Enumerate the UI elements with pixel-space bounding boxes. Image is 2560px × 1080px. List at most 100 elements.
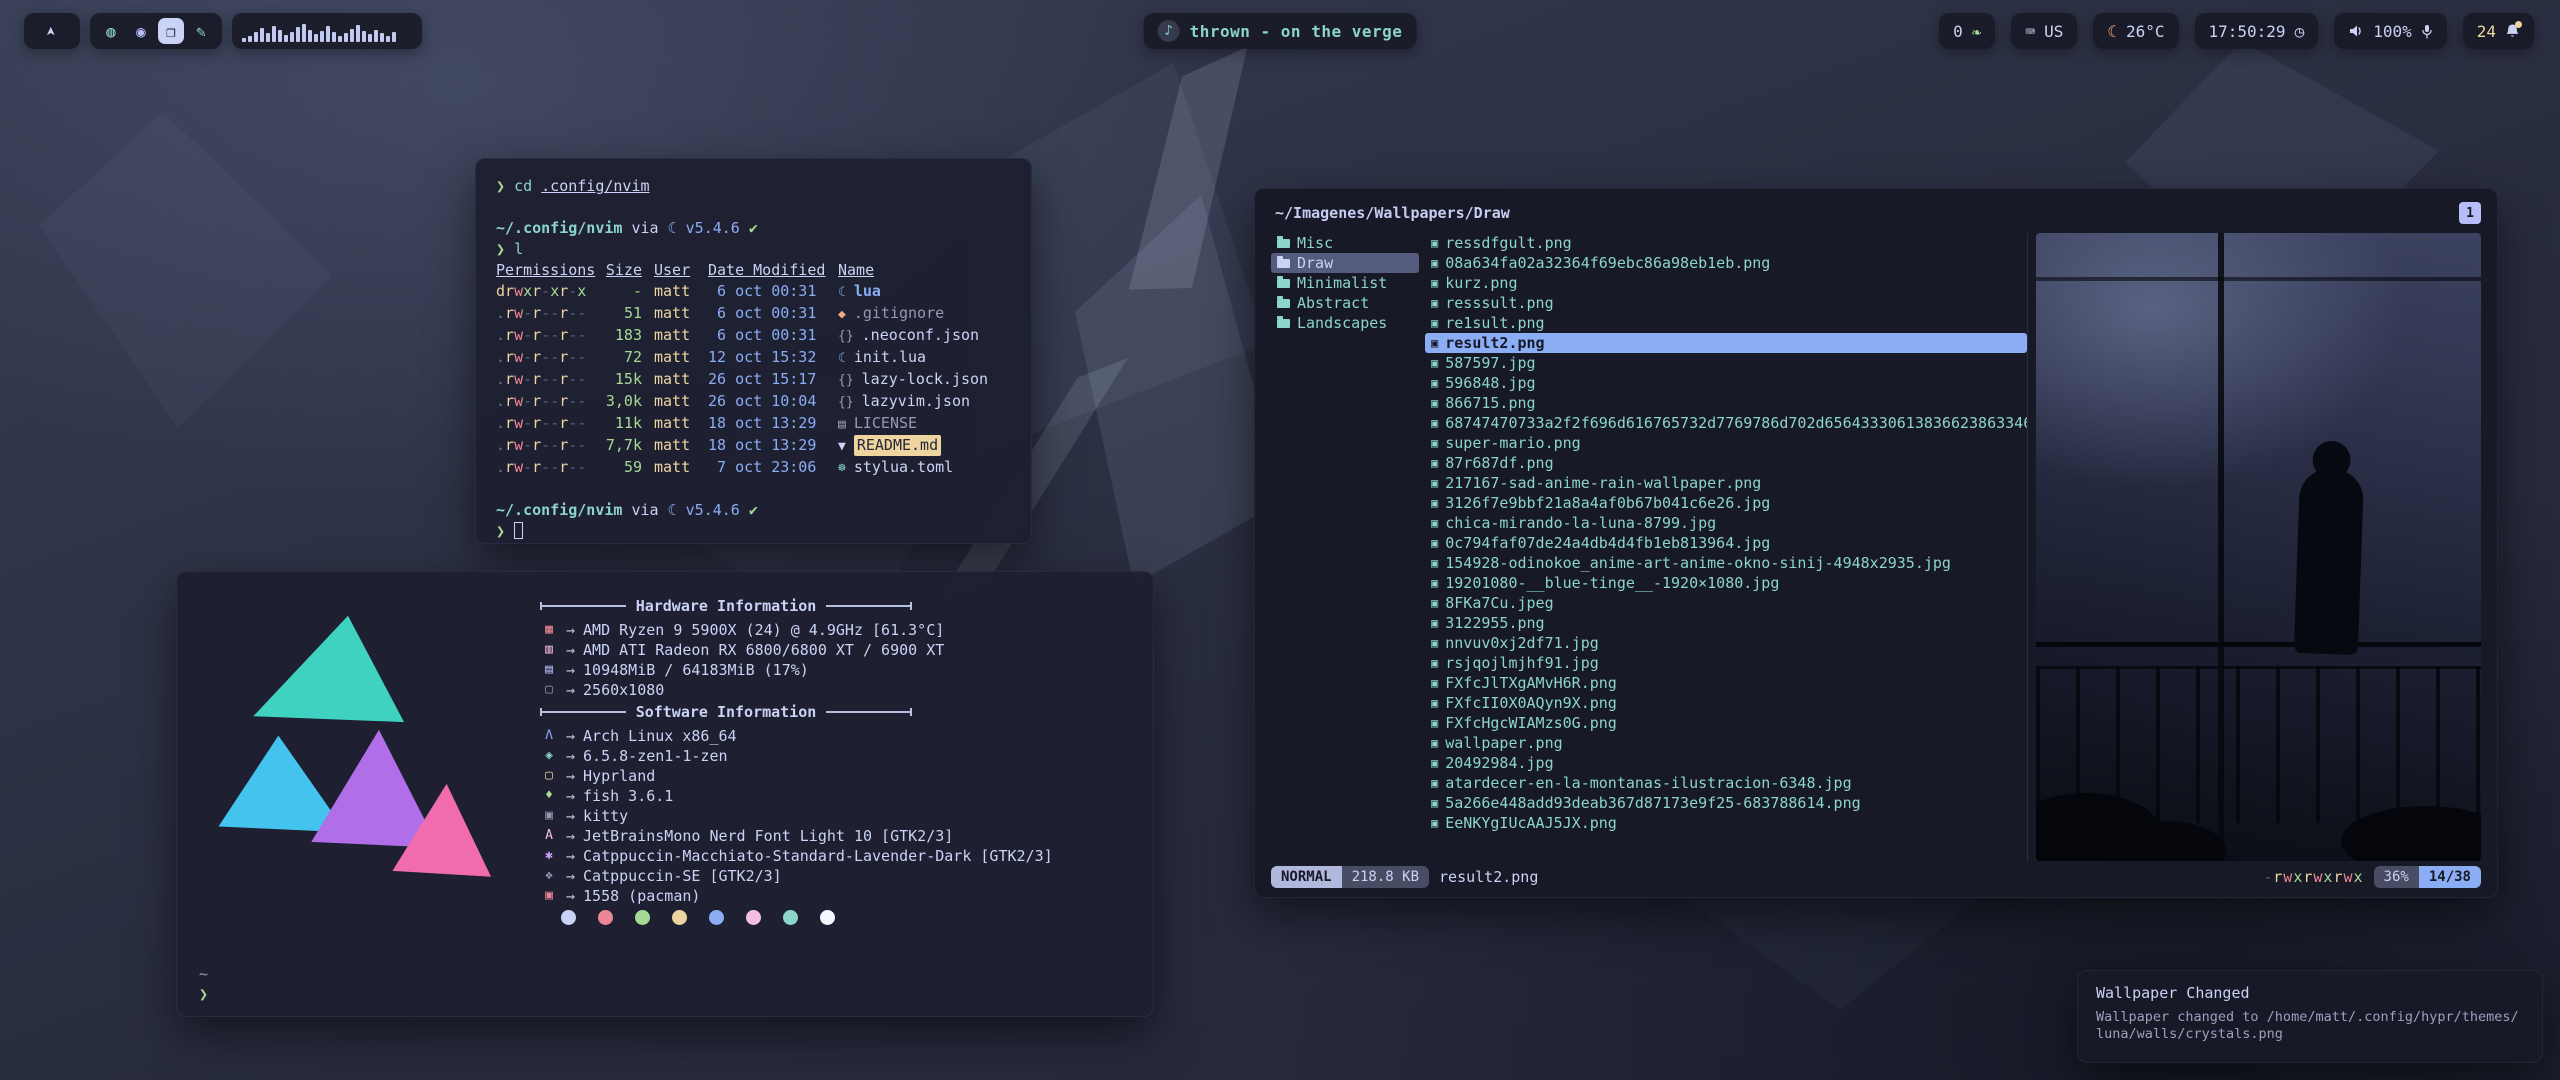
mode-badge: NORMAL <box>1271 866 1342 888</box>
file-name-cell[interactable]: ☾lua <box>838 281 1011 303</box>
file-permissions: .rw-r--r-- <box>496 347 588 369</box>
image-file-icon: ▣ <box>1431 436 1438 450</box>
file-row-name: atardecer-en-la-montanas-ilustracion-634… <box>1445 774 1851 792</box>
image-file-icon: ▣ <box>1431 416 1438 430</box>
shell-prompt-line[interactable]: ❯ <box>496 521 1011 542</box>
workspace-4[interactable]: ✎ <box>188 18 214 44</box>
file-row-name: ressdfgult.png <box>1445 234 1571 252</box>
breadcrumb-path: ~/Imagenes/Wallpapers/Draw <box>1275 204 1510 222</box>
file-row[interactable]: ▣866715.png <box>1425 393 2027 413</box>
file-row[interactable]: ▣20492984.jpg <box>1425 753 2027 773</box>
software-info-line: ▣→1558 (pacman) <box>540 886 1140 906</box>
file-row[interactable]: ▣154928-odinokoe_anime-art-anime-okno-si… <box>1425 553 2027 573</box>
tab-indicator[interactable]: 1 <box>2459 202 2481 224</box>
file-row[interactable]: ▣FXfcJlTXgAMvH6R.png <box>1425 673 2027 693</box>
file-row[interactable]: ▣rsjqojlmjhf91.jpg <box>1425 653 2027 673</box>
microphone-icon <box>2421 24 2433 39</box>
file-row[interactable]: ▣FXfcHgcWIAMzs0G.png <box>1425 713 2027 733</box>
keyboard-layout-widget[interactable]: ⌨ US <box>2011 13 2077 49</box>
image-file-icon: ▣ <box>1431 456 1438 470</box>
updates-widget[interactable]: 0 ❧ <box>1939 13 1995 49</box>
file-row[interactable]: ▣nnvuv0xj2df71.jpg <box>1425 633 2027 653</box>
file-name-cell[interactable]: ☸stylua.toml <box>838 457 1011 479</box>
ls-table-row: drwxr-xr-x-matt 6 oct 00:31☾lua <box>496 281 1011 303</box>
file-row[interactable]: ▣kurz.png <box>1425 273 2027 293</box>
file-row-selected[interactable]: ▣result2.png <box>1425 333 2027 353</box>
clock-widget[interactable]: 17:50:29 ◷ <box>2195 13 2319 49</box>
file-row[interactable]: ▣217167-sad-anime-rain-wallpaper.png <box>1425 473 2027 493</box>
file-name: lazyvim.json <box>862 391 970 412</box>
file-row[interactable]: ▣587597.jpg <box>1425 353 2027 373</box>
file-row[interactable]: ▣3126f7e9bbf21a8a4af0b67b041c6e26.jpg <box>1425 493 2027 513</box>
file-row[interactable]: ▣FXfcII0X0AQyn9X.png <box>1425 693 2027 713</box>
file-name-cell[interactable]: ▤LICENSE <box>838 413 1011 435</box>
file-row[interactable]: ▣atardecer-en-la-montanas-ilustracion-63… <box>1425 773 2027 793</box>
file-row[interactable]: ▣chica-mirando-la-luna-8799.jpg <box>1425 513 2027 533</box>
file-row[interactable]: ▣87r687df.png <box>1425 453 2027 473</box>
terminal-window-fetch[interactable]: Hardware Information ▦→AMD Ryzen 9 5900X… <box>176 571 1154 1017</box>
file-name-cell[interactable]: {}lazyvim.json <box>838 391 1011 413</box>
file-date: 6 oct 00:31 <box>708 281 826 303</box>
image-file-icon: ▣ <box>1431 816 1438 830</box>
file-row-name: 68747470733a2f2f696d616765732d7769786d70… <box>1445 414 2027 432</box>
software-item-icon: ✱ <box>540 846 558 866</box>
file-row[interactable]: ▣3122955.png <box>1425 613 2027 633</box>
file-row-name: 8FKa7Cu.jpeg <box>1445 594 1553 612</box>
file-row[interactable]: ▣5a266e448add93deab367d87173e9f25-683788… <box>1425 793 2027 813</box>
launcher-button[interactable]: ➤ <box>24 13 80 49</box>
file-row[interactable]: ▣0c794faf07de24a4db4d4fb1eb813964.jpg <box>1425 533 2027 553</box>
visualizer-bar <box>308 30 312 42</box>
sidebar-item-abstract[interactable]: Abstract <box>1271 293 1419 313</box>
file-row[interactable]: ▣ 68747470733a2f2f696d616765732d7769786d7… <box>1425 413 2027 433</box>
file-name-cell[interactable]: ◆.gitignore <box>838 303 1011 325</box>
sidebar-item-misc[interactable]: Misc <box>1271 233 1419 253</box>
file-row[interactable]: ▣19201080-__blue-tinge__-1920×1080.jpg <box>1425 573 2027 593</box>
visualizer-bar <box>248 36 252 42</box>
file-name: .gitignore <box>854 303 944 324</box>
moon-file-icon: ☾ <box>838 348 846 369</box>
workspace-2[interactable]: ◉ <box>128 18 154 44</box>
sidebar-item-landscapes[interactable]: Landscapes <box>1271 313 1419 333</box>
file-row[interactable]: ▣re1sult.png <box>1425 313 2027 333</box>
image-file-icon: ▣ <box>1431 676 1438 690</box>
file-row[interactable]: ▣ressdfgult.png <box>1425 233 2027 253</box>
file-date: 18 oct 13:29 <box>708 413 826 435</box>
file-size: 183 <box>600 325 642 347</box>
terminal-window-nvim[interactable]: ❯ cd .config/nvim ~/.config/nvim via ☾ v… <box>475 158 1032 544</box>
volume-widget[interactable]: 100% <box>2334 13 2447 49</box>
file-name: init.lua <box>854 347 926 368</box>
file-name-cell[interactable]: {}lazy-lock.json <box>838 369 1011 391</box>
bell-icon <box>2505 23 2520 39</box>
sidebar-item-minimalist[interactable]: Minimalist <box>1271 273 1419 293</box>
weather-widget[interactable]: ☾ 26°C <box>2093 13 2178 49</box>
file-row-name: 3122955.png <box>1445 614 1544 632</box>
arrow-icon: → <box>566 826 575 846</box>
notification-popup[interactable]: Wallpaper Changed Wallpaper changed to /… <box>2077 970 2543 1063</box>
file-row[interactable]: ▣8FKa7Cu.jpeg <box>1425 593 2027 613</box>
file-row[interactable]: ▣wallpaper.png <box>1425 733 2027 753</box>
image-file-icon: ▣ <box>1431 696 1438 710</box>
notification-title: Wallpaper Changed <box>2096 984 2524 1002</box>
file-row[interactable]: ▣ super-mario.png <box>1425 433 2027 453</box>
palette-dot <box>598 910 613 925</box>
software-item-value: JetBrainsMono Nerd Font Light 10 [GTK2/3… <box>583 826 953 846</box>
music-player-widget[interactable]: ♪ thrown - on the verge <box>1144 13 1417 49</box>
notifications-widget[interactable]: 24 <box>2463 13 2534 49</box>
workspace-3-active[interactable]: ❐ <box>158 18 184 44</box>
file-row[interactable]: ▣596848.jpg <box>1425 373 2027 393</box>
sidebar-item-draw[interactable]: Draw <box>1271 253 1419 273</box>
file-name-cell[interactable]: ▼README.md <box>838 435 1011 457</box>
file-name-cell[interactable]: ☾ init.lua <box>838 347 1011 369</box>
workspace-1[interactable]: ◍ <box>98 18 124 44</box>
file-row[interactable]: ▣resssult.png <box>1425 293 2027 313</box>
ls-table-body: drwxr-xr-x-matt 6 oct 00:31☾lua.rw-r--r-… <box>496 281 1011 479</box>
file-name-cell[interactable]: {}.neoconf.json <box>838 325 1011 347</box>
software-info-line: ▢→Hyprland <box>540 766 1140 786</box>
file-date: 26 oct 10:04 <box>708 391 826 413</box>
file-row[interactable]: ▣EeNKYgIUcAAJ5JX.png <box>1425 813 2027 833</box>
shell-prompt[interactable]: ~ ❯ <box>199 964 208 1004</box>
file-row[interactable]: ▣08a634fa02a32364f69ebc86a98eb1eb.png <box>1425 253 2027 273</box>
palette-dot <box>672 910 687 925</box>
file-row-name: super-mario.png <box>1445 434 1580 452</box>
file-manager-window[interactable]: ~/Imagenes/Wallpapers/Draw 1 MiscDrawMin… <box>1254 188 2498 898</box>
